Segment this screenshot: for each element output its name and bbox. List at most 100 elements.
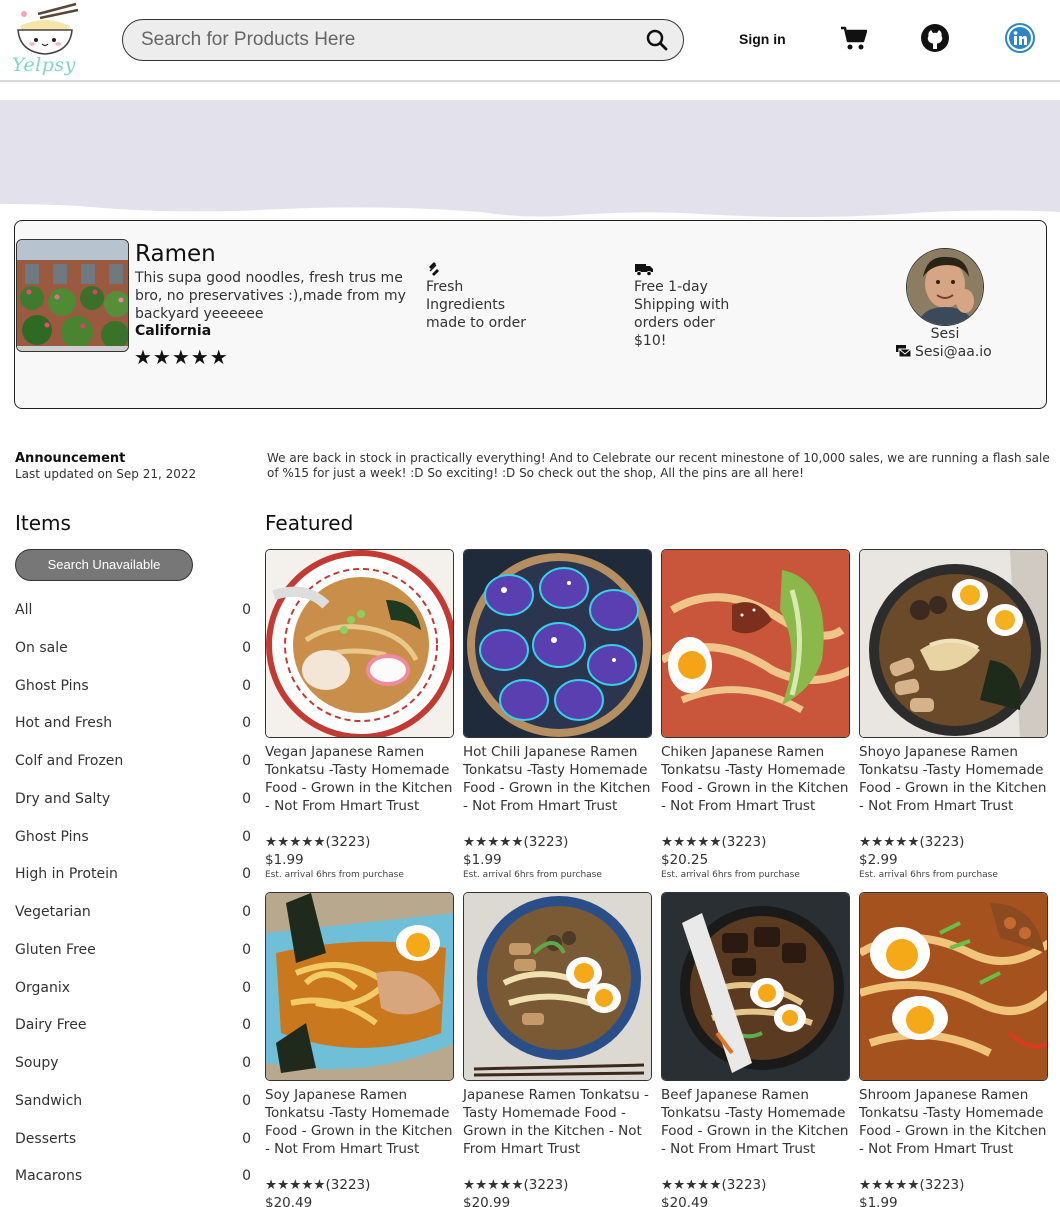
product-price: $1.99 bbox=[859, 1195, 898, 1207]
category-count: 0 bbox=[242, 678, 251, 694]
category-label: Ghost Pins bbox=[15, 829, 89, 845]
feature-fresh-text: Fresh Ingredients made to order bbox=[426, 279, 527, 331]
product-price: $20.25 bbox=[661, 852, 709, 868]
product-title[interactable]: Shroom Japanese Ramen Tonkatsu -Tasty Ho… bbox=[859, 1086, 1051, 1158]
linkedin-icon[interactable] bbox=[1005, 23, 1035, 53]
product-title[interactable]: Soy Japanese Ramen Tonkatsu -Tasty Homem… bbox=[265, 1086, 457, 1158]
shop-description: This supa good noodles, fresh trus me br… bbox=[135, 270, 406, 322]
site-header: Yelpsy Sign in bbox=[0, 0, 1060, 82]
category-item[interactable]: Macarons 0 bbox=[15, 1168, 251, 1190]
shop-image bbox=[16, 239, 129, 352]
category-count: 0 bbox=[242, 942, 251, 958]
category-item[interactable]: On sale 0 bbox=[15, 640, 251, 662]
category-item[interactable]: Organix 0 bbox=[15, 980, 251, 1002]
category-item[interactable]: Vegetarian 0 bbox=[15, 904, 251, 926]
category-count: 0 bbox=[242, 715, 251, 731]
product-rating: ★★★★★(3223) bbox=[661, 1177, 767, 1193]
category-label: Macarons bbox=[15, 1168, 83, 1184]
category-count: 0 bbox=[242, 980, 251, 996]
category-count: 0 bbox=[242, 753, 251, 769]
search-input[interactable] bbox=[141, 26, 631, 54]
category-label: On sale bbox=[15, 640, 68, 656]
category-item[interactable]: Sandwich 0 bbox=[15, 1093, 251, 1115]
product-title[interactable]: Shoyo Japanese Ramen Tonkatsu -Tasty Hom… bbox=[859, 743, 1051, 815]
product-image[interactable] bbox=[859, 549, 1048, 738]
category-item[interactable]: Desserts 0 bbox=[15, 1131, 251, 1153]
items-heading: Items bbox=[15, 511, 71, 535]
category-label: Ghost Pins bbox=[15, 678, 89, 694]
category-item[interactable]: Dairy Free 0 bbox=[15, 1017, 251, 1039]
category-label: All bbox=[15, 602, 33, 618]
product-rating: ★★★★★(3223) bbox=[463, 834, 569, 850]
shop-info-card: Ramen This supa good noodles, fresh trus… bbox=[14, 220, 1047, 409]
owner-email-text: Sesi@aa.io bbox=[915, 344, 992, 360]
product-image[interactable] bbox=[265, 892, 454, 1081]
product-image[interactable] bbox=[661, 549, 850, 738]
search-bar bbox=[122, 19, 684, 61]
github-icon[interactable] bbox=[920, 23, 950, 53]
product-title[interactable]: Hot Chili Japanese Ramen Tonkatsu -Tasty… bbox=[463, 743, 655, 815]
product-image[interactable] bbox=[463, 549, 652, 738]
product-title[interactable]: Chiken Japanese Ramen Tonkatsu -Tasty Ho… bbox=[661, 743, 853, 815]
announcement-title: Announcement bbox=[15, 451, 126, 466]
category-item[interactable]: Colf and Frozen 0 bbox=[15, 753, 251, 775]
shop-banner bbox=[0, 100, 1060, 222]
sign-in-link[interactable]: Sign in bbox=[739, 31, 786, 47]
logo-text: Yelpsy bbox=[12, 54, 76, 76]
product-image[interactable] bbox=[463, 892, 652, 1081]
announcement-text: We are back in stock in practically ever… bbox=[267, 451, 1050, 480]
feature-shipping-text: Free 1-day Shipping with orders oder $10… bbox=[634, 279, 730, 349]
category-count: 0 bbox=[242, 640, 251, 656]
product-arrival: Est. arrival 6hrs from purchase bbox=[661, 870, 800, 880]
product-rating: ★★★★★(3223) bbox=[265, 834, 371, 850]
announcement-date: Last updated on Sep 21, 2022 bbox=[15, 467, 197, 481]
product-price: $2.99 bbox=[859, 852, 898, 868]
logo[interactable]: Yelpsy bbox=[10, 2, 80, 78]
category-label: Dry and Salty bbox=[15, 791, 111, 807]
category-label: Colf and Frozen bbox=[15, 753, 124, 769]
category-item[interactable]: Ghost Pins 0 bbox=[15, 829, 251, 851]
product-image[interactable] bbox=[265, 549, 454, 738]
category-label: Soupy bbox=[15, 1055, 59, 1071]
cart-icon[interactable] bbox=[840, 26, 868, 51]
product-title[interactable]: Vegan Japanese Ramen Tonkatsu -Tasty Hom… bbox=[265, 743, 457, 815]
product-image[interactable] bbox=[859, 892, 1048, 1081]
product-title[interactable]: Japanese Ramen Tonkatsu -Tasty Homemade … bbox=[463, 1086, 655, 1158]
category-label: Desserts bbox=[15, 1131, 77, 1147]
category-count: 0 bbox=[242, 866, 251, 882]
category-label: Vegetarian bbox=[15, 904, 91, 920]
category-label: Organix bbox=[15, 980, 71, 996]
category-count: 0 bbox=[242, 602, 251, 618]
category-count: 0 bbox=[242, 1168, 251, 1184]
search-unavailable-button[interactable]: Search Unavailable bbox=[15, 549, 193, 581]
category-item[interactable]: All 0 bbox=[15, 602, 251, 624]
category-item[interactable]: Hot and Fresh 0 bbox=[15, 715, 251, 737]
product-price: $1.99 bbox=[265, 852, 304, 868]
product-arrival: Est. arrival 6hrs from purchase bbox=[463, 870, 602, 880]
product-rating: ★★★★★(3223) bbox=[859, 1177, 965, 1193]
contact-email-icon bbox=[896, 345, 912, 358]
category-count: 0 bbox=[242, 829, 251, 845]
ramen-bowl-logo-icon bbox=[17, 2, 79, 55]
category-label: Dairy Free bbox=[15, 1017, 87, 1033]
category-label: High in Protein bbox=[15, 866, 118, 882]
category-item[interactable]: High in Protein 0 bbox=[15, 866, 251, 888]
owner-email[interactable]: Sesi@aa.io bbox=[895, 344, 992, 360]
product-title[interactable]: Beef Japanese Ramen Tonkatsu -Tasty Home… bbox=[661, 1086, 853, 1158]
product-rating: ★★★★★(3223) bbox=[463, 1177, 569, 1193]
product-price: $20.49 bbox=[661, 1195, 709, 1207]
search-icon[interactable] bbox=[645, 28, 669, 52]
product-rating: ★★★★★(3223) bbox=[859, 834, 965, 850]
owner-name: Sesi bbox=[930, 326, 960, 342]
category-count: 0 bbox=[242, 791, 251, 807]
shop-rating-stars: ★★★★★ bbox=[134, 345, 229, 369]
category-item[interactable]: Gluten Free 0 bbox=[15, 942, 251, 964]
category-item[interactable]: Dry and Salty 0 bbox=[15, 791, 251, 813]
category-item[interactable]: Ghost Pins 0 bbox=[15, 678, 251, 700]
owner-avatar[interactable] bbox=[906, 248, 984, 326]
feature-fresh: Fresh Ingredients made to order bbox=[426, 261, 536, 332]
feature-shipping: Free 1-day Shipping with orders oder $10… bbox=[634, 261, 744, 350]
product-image[interactable] bbox=[661, 892, 850, 1081]
category-item[interactable]: Soupy 0 bbox=[15, 1055, 251, 1077]
truck-icon bbox=[634, 261, 744, 278]
